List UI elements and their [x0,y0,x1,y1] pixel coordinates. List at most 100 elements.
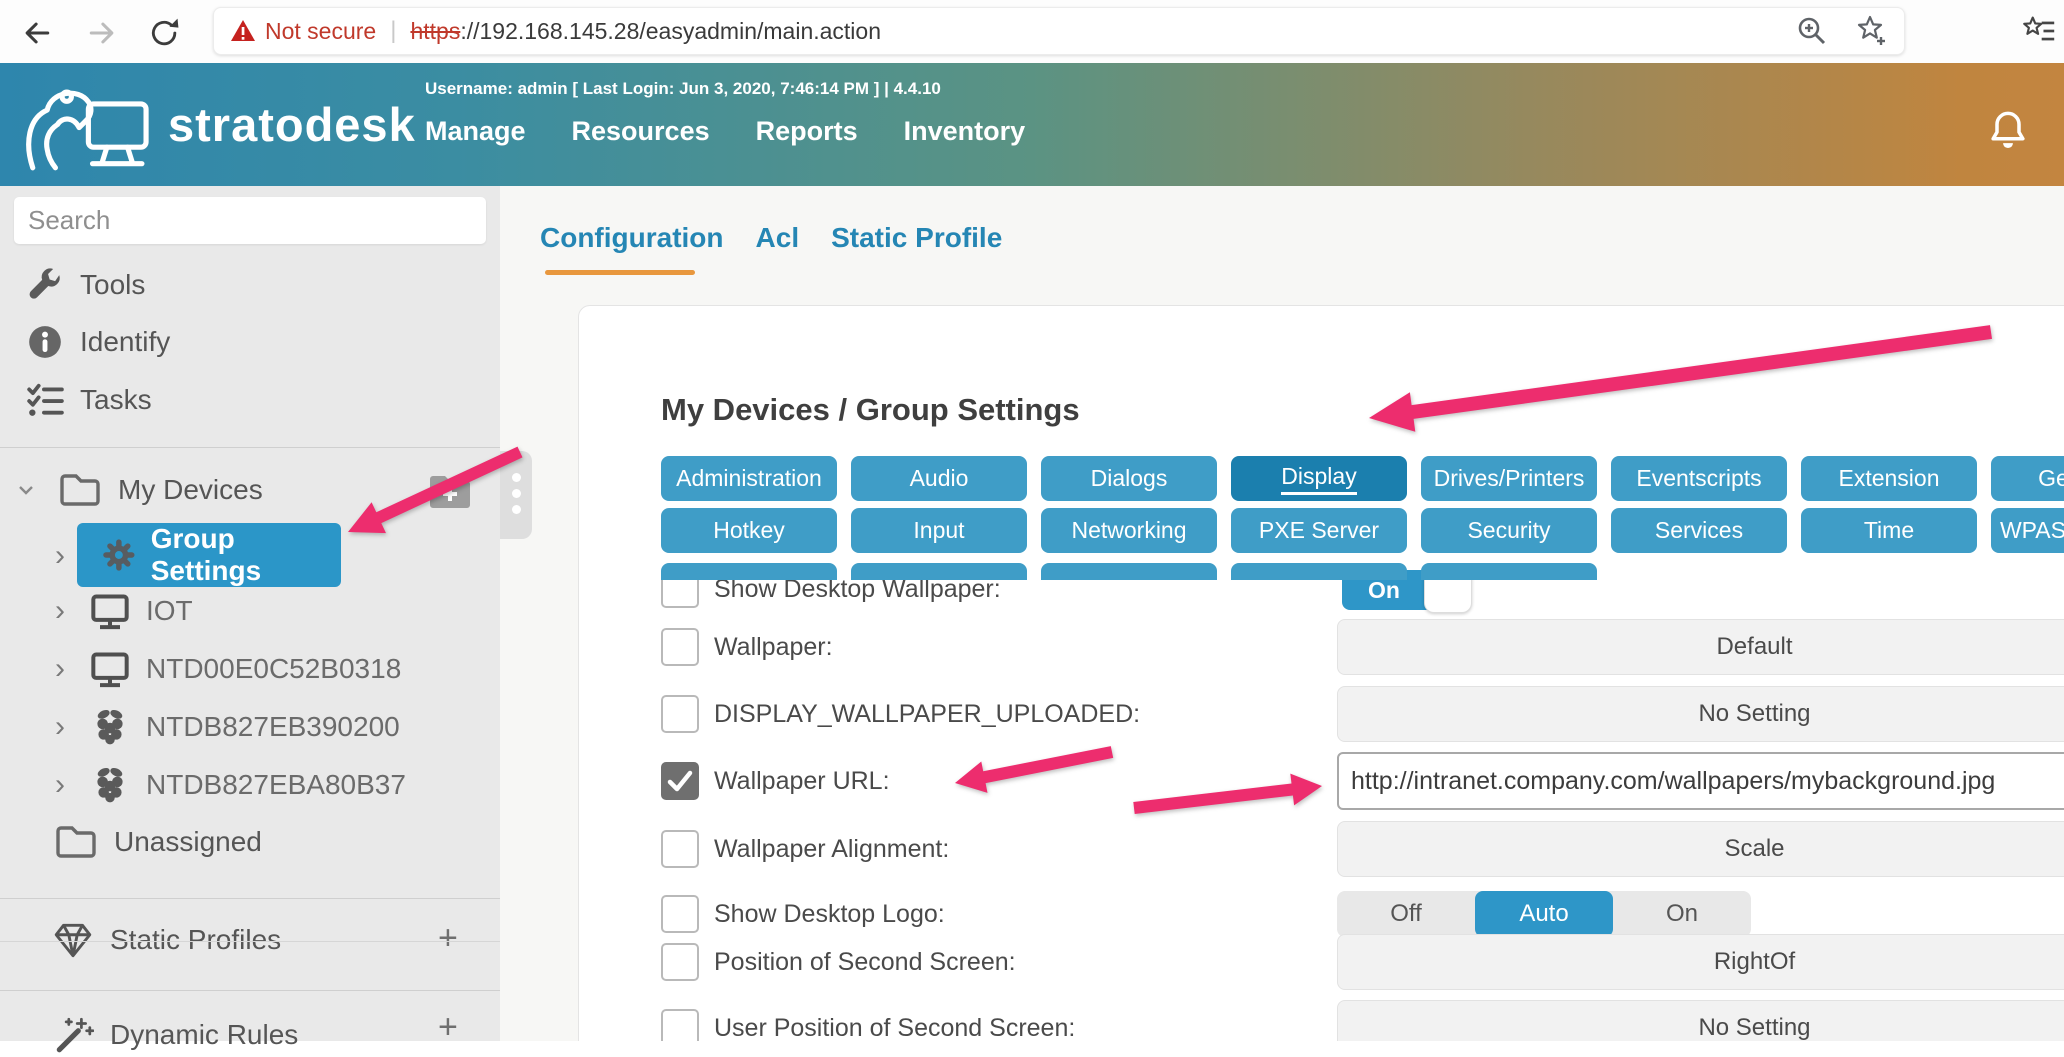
group-settings-label: Group Settings [151,523,341,587]
section-overlap-line [0,941,500,942]
search-input[interactable] [14,197,486,244]
address-bar[interactable]: Not secure | https ://192.168.145.28/eas… [213,7,1905,55]
category-wpasupplicant[interactable]: WPASupplicant [1991,508,2064,553]
category-grid-row2: Hotkey Input Networking PXE Server Secur… [661,508,2064,553]
segment-auto[interactable]: Auto [1475,891,1613,937]
category-administration[interactable]: Administration [661,456,837,501]
setting-value-position[interactable]: RightOf [1337,934,2064,990]
tree-root-my-devices[interactable]: My Devices [16,468,263,512]
category-time[interactable]: Time [1801,508,1977,553]
category-grid-row3-clipped [661,563,2064,580]
tab-static-profile[interactable]: Static Profile [831,222,1002,254]
tree-item-unassigned[interactable]: Unassigned [54,820,262,864]
sidebar: Tools Identify Tasks My Devices [0,186,500,1041]
category-services[interactable]: Services [1611,508,1787,553]
url-text[interactable]: ://192.168.145.28/easyadmin/main.action [460,18,881,45]
static-profiles-label: Static Profiles [110,924,281,956]
chevron-right-icon[interactable]: › [55,768,65,802]
setting-value-uploaded[interactable]: No Setting [1337,686,2064,742]
sidebar-item-identify[interactable]: Identify [26,320,170,364]
sidebar-section-dynamic-rules[interactable]: Dynamic Rules [52,1013,298,1057]
category-button-partial[interactable] [1041,563,1217,580]
nav-item-manage[interactable]: Manage [425,116,526,147]
checkbox[interactable] [661,628,699,666]
setting-row-position-second-screen: Position of Second Screen: RightOf [661,932,2064,992]
segmented-show-desktop-logo: Off Auto On [1337,891,1751,937]
notifications-bell-icon[interactable] [1988,109,2028,153]
category-extension[interactable]: Extension [1801,456,1977,501]
not-secure-label[interactable]: Not secure [265,18,376,45]
chevron-right-icon[interactable]: › [55,594,65,628]
brand-name[interactable]: stratodesk [168,97,416,152]
category-button-partial[interactable] [851,563,1027,580]
category-button-partial[interactable] [661,563,837,580]
checkbox[interactable] [661,830,699,868]
checkbox[interactable] [661,695,699,733]
category-networking[interactable]: Networking [1041,508,1217,553]
sidebar-item-tools[interactable]: Tools [26,263,145,307]
setting-label: Wallpaper URL: [714,767,890,796]
session-info: Username: admin [ Last Login: Jun 3, 202… [425,79,941,99]
category-input[interactable]: Input [851,508,1027,553]
add-static-profile-button[interactable]: + [438,919,458,958]
iot-label: IOT [146,595,193,627]
category-display[interactable]: Display [1231,456,1407,501]
stratodesk-bear-logo [20,73,165,176]
category-general[interactable]: General [1991,456,2064,501]
setting-value-user-position[interactable]: No Setting [1337,1000,2064,1041]
checkbox-checked[interactable] [661,762,699,800]
chevron-right-icon[interactable]: › [55,652,65,686]
tree-item-iot[interactable]: IOT [90,589,193,633]
forward-icon[interactable] [85,16,119,50]
refresh-icon[interactable] [148,16,182,50]
category-security[interactable]: Security [1421,508,1597,553]
category-eventscripts[interactable]: Eventscripts [1611,456,1787,501]
nav-item-resources[interactable]: Resources [572,116,710,147]
unassigned-label: Unassigned [114,826,262,858]
setting-label: Show Desktop Logo: [714,900,945,929]
segment-on[interactable]: On [1613,891,1751,937]
chevron-down-icon[interactable] [16,480,36,500]
tree-item-group-settings[interactable]: Group Settings [77,523,341,587]
tree-item-ntdb827eb390200[interactable]: NTDB827EB390200 [90,705,400,749]
back-icon[interactable] [20,16,54,50]
setting-label: Wallpaper: [714,633,833,662]
tree-item-ntdb827eba80b37[interactable]: NTDB827EBA80B37 [90,763,406,807]
setting-value-wallpaper[interactable]: Default [1337,619,2064,675]
segment-off[interactable]: Off [1337,891,1475,937]
sidebar-resize-handle[interactable] [500,451,532,539]
category-dialogs[interactable]: Dialogs [1041,456,1217,501]
tree-item-ntd00e0c52b0318[interactable]: NTD00E0C52B0318 [90,647,401,691]
add-folder-button[interactable] [428,472,472,512]
sidebar-section-static-profiles[interactable]: Static Profiles [52,918,281,962]
category-drives-printers[interactable]: Drives/Printers [1421,456,1597,501]
gem-icon [52,920,94,960]
category-audio[interactable]: Audio [851,456,1027,501]
tab-acl[interactable]: Acl [756,222,800,254]
checkbox[interactable] [661,1009,699,1041]
wallpaper-url-input[interactable] [1337,752,2064,810]
category-button-partial[interactable] [1421,563,1597,580]
active-tab-underline [545,270,695,275]
chevron-right-icon[interactable]: › [55,710,65,744]
magic-wand-icon [52,1015,94,1055]
chevron-right-icon[interactable]: › [55,539,65,573]
category-pxe-server[interactable]: PXE Server [1231,508,1407,553]
category-hotkey[interactable]: Hotkey [661,508,837,553]
add-dynamic-rule-button[interactable]: + [438,1008,458,1047]
nav-item-inventory[interactable]: Inventory [904,116,1026,147]
sidebar-item-tasks[interactable]: Tasks [26,378,152,422]
device-label: NTD00E0C52B0318 [146,653,401,685]
zoom-icon[interactable] [1794,14,1828,48]
category-button-partial[interactable] [1231,563,1407,580]
raspberry-pi-icon [90,707,130,747]
tools-label: Tools [80,269,145,301]
url-scheme: https [410,18,460,45]
favorites-bar-icon[interactable] [2022,14,2056,48]
checkbox[interactable] [661,943,699,981]
setting-value-alignment[interactable]: Scale [1337,821,2064,877]
tab-configuration[interactable]: Configuration [540,222,724,254]
add-favorite-icon[interactable] [1854,14,1888,48]
checkbox[interactable] [661,895,699,933]
nav-item-reports[interactable]: Reports [756,116,858,147]
